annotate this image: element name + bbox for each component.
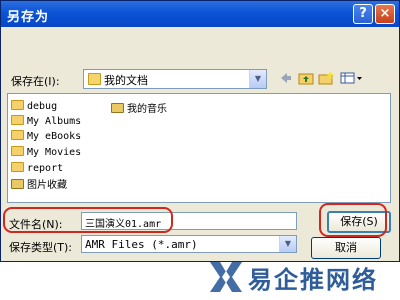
location-value: 我的文档	[104, 74, 148, 87]
folder-icon	[11, 115, 24, 125]
title-bar[interactable]: 另存为 ? ×	[1, 1, 399, 27]
list-item[interactable]: My Movies	[11, 146, 81, 160]
save-in-label: 保存在(I):	[11, 75, 60, 88]
folder-icon	[11, 130, 24, 140]
folder-icon	[11, 100, 24, 110]
music-folder-icon	[111, 103, 124, 113]
list-item[interactable]: My Albums	[11, 115, 81, 129]
folder-icon	[11, 162, 24, 172]
picture-folder-icon	[11, 179, 24, 189]
folder-icon	[11, 146, 24, 156]
watermark-logo-icon	[210, 262, 242, 292]
list-item[interactable]: 我的音乐	[111, 100, 167, 115]
filename-input[interactable]: 三国演义01.amr	[81, 212, 297, 230]
watermark: 易企推网络	[206, 258, 396, 296]
new-folder-icon[interactable]	[317, 71, 335, 89]
chevron-down-icon[interactable]: ▼	[249, 70, 266, 88]
save-as-dialog: 另存为 ? × 保存在(I): 我的文档 ▼ debug My Albums M…	[0, 0, 400, 262]
save-button[interactable]: 保存(S)	[327, 211, 391, 233]
cancel-button[interactable]: 取消	[311, 237, 381, 259]
help-button[interactable]: ?	[353, 4, 373, 24]
filetype-label: 保存类型(T):	[9, 241, 73, 254]
filetype-value: AMR Files (*.amr)	[85, 238, 198, 251]
watermark-text: 易企推网络	[248, 266, 378, 294]
list-item[interactable]: report	[11, 162, 63, 176]
list-item[interactable]: debug	[11, 100, 57, 114]
location-combo[interactable]: 我的文档 ▼	[83, 69, 267, 89]
back-icon[interactable]	[277, 71, 295, 89]
list-item[interactable]: My eBooks	[11, 130, 81, 144]
list-item[interactable]: 图片收藏	[11, 176, 67, 191]
close-button[interactable]: ×	[375, 4, 395, 24]
file-list[interactable]: debug My Albums My eBooks My Movies repo…	[7, 93, 391, 203]
window-title: 另存为	[7, 10, 50, 25]
filename-label: 文件名(N):	[9, 218, 63, 231]
filetype-select[interactable]: AMR Files (*.amr) ▼	[81, 235, 297, 253]
chevron-down-icon[interactable]: ▼	[279, 236, 296, 252]
folder-icon	[88, 73, 101, 85]
view-menu-icon[interactable]	[339, 71, 365, 89]
up-folder-icon[interactable]	[297, 71, 315, 89]
